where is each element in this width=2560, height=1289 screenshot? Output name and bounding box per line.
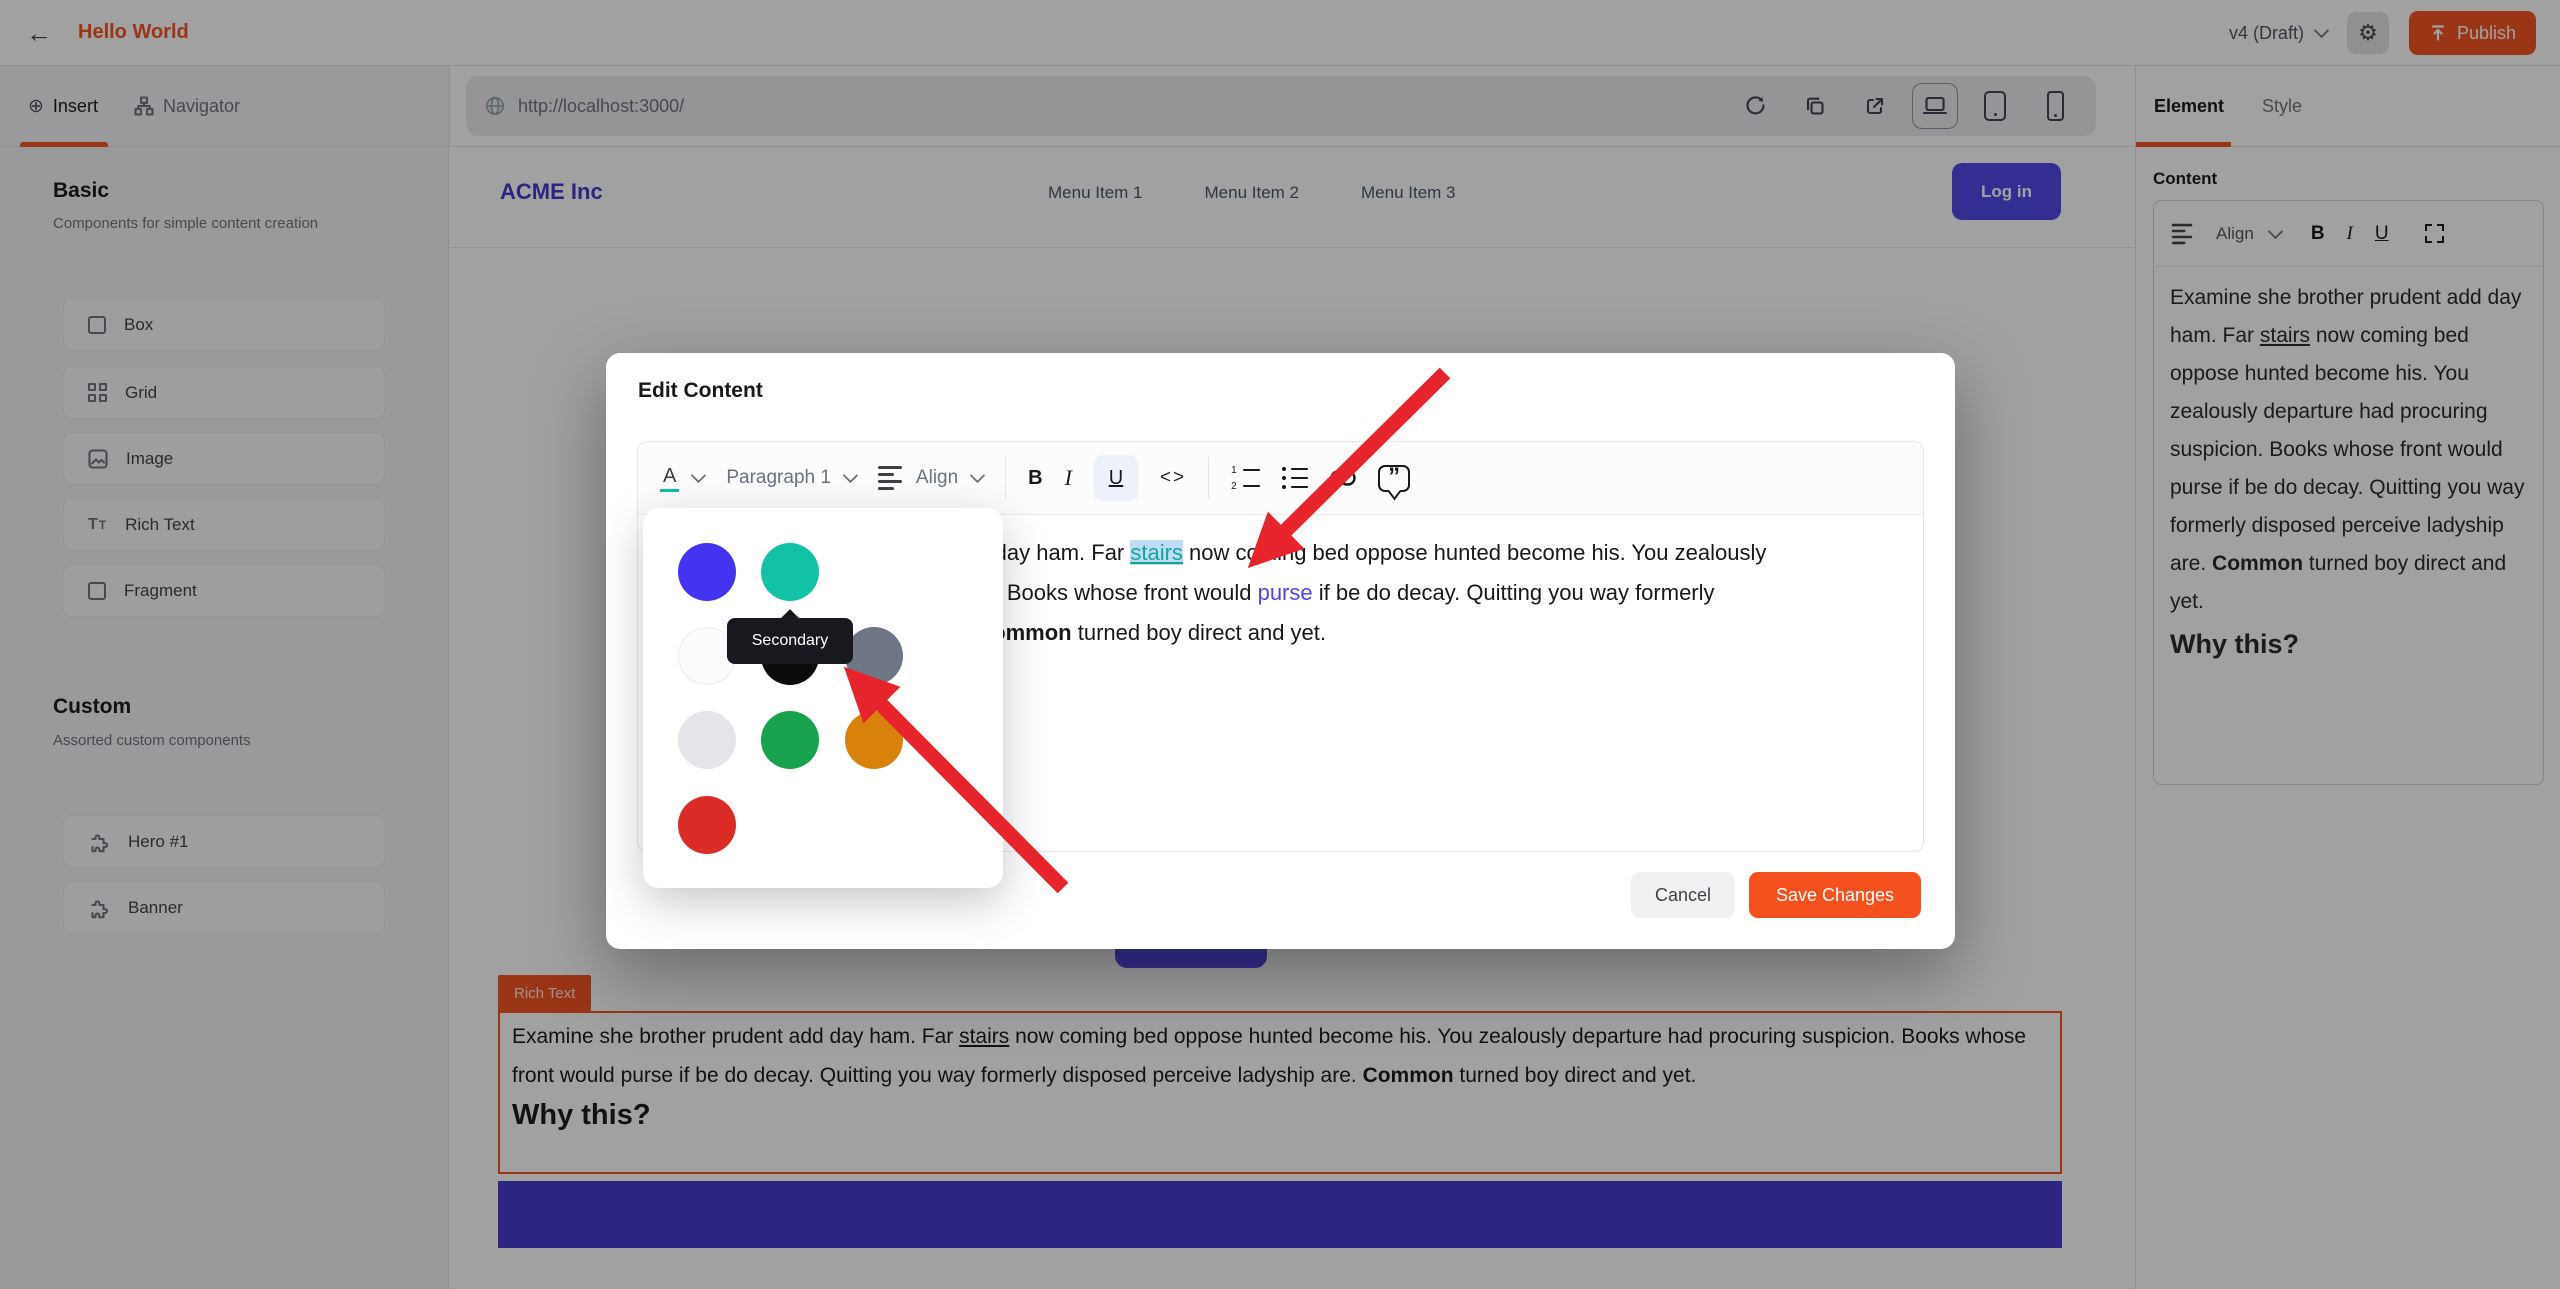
save-changes-button[interactable]: Save Changes — [1749, 872, 1921, 918]
toolbar-separator — [1005, 457, 1006, 499]
bullet-list-button[interactable] — [1282, 467, 1308, 489]
stairs-selected-word[interactable]: stairs — [1130, 540, 1183, 565]
align-icon — [878, 466, 902, 490]
chevron-down-icon — [970, 468, 986, 484]
swatch-orange[interactable] — [845, 711, 903, 769]
editor-toolbar: A Paragraph 1 Align B I U <> — [638, 442, 1923, 515]
paragraph-style-label: Paragraph 1 — [726, 467, 831, 489]
color-picker-popup: Secondary — [643, 508, 1003, 888]
swatch-secondary[interactable] — [761, 543, 819, 601]
swatch-primary[interactable] — [678, 543, 736, 601]
swatch-red[interactable] — [678, 796, 736, 854]
align-dropdown[interactable]: Align — [878, 466, 983, 490]
purse-colored-word: purse — [1258, 580, 1313, 605]
swatch-light-gray[interactable] — [678, 711, 736, 769]
swatch-tooltip: Secondary — [727, 618, 853, 664]
app-root: ← Hello World v4 (Draft) ⚙ Publish ⊕ Ins… — [0, 0, 2560, 1289]
toolbar-separator — [1208, 457, 1209, 499]
chevron-down-icon — [843, 468, 859, 484]
quote-glyph: ” — [1388, 467, 1400, 487]
modal-title: Edit Content — [638, 379, 763, 403]
quote-button[interactable]: ” — [1378, 465, 1410, 492]
chevron-down-icon — [691, 468, 707, 484]
swatch-green[interactable] — [761, 711, 819, 769]
text-color-dropdown[interactable]: A — [660, 465, 704, 492]
code-button[interactable]: <> — [1160, 467, 1186, 489]
underline-button-active[interactable]: U — [1094, 455, 1138, 501]
ordered-list-button[interactable]: 12 — [1231, 465, 1260, 492]
paragraph-style-dropdown[interactable]: Paragraph 1 — [726, 467, 856, 489]
link-button[interactable] — [1330, 470, 1356, 486]
cancel-button[interactable]: Cancel — [1631, 872, 1735, 918]
text-color-icon: A — [660, 465, 679, 492]
align-label: Align — [916, 467, 958, 489]
bold-button[interactable]: B — [1028, 467, 1042, 490]
underline-label: U — [1109, 467, 1123, 490]
italic-button[interactable]: I — [1065, 465, 1072, 491]
swatch-gray[interactable] — [845, 627, 903, 685]
